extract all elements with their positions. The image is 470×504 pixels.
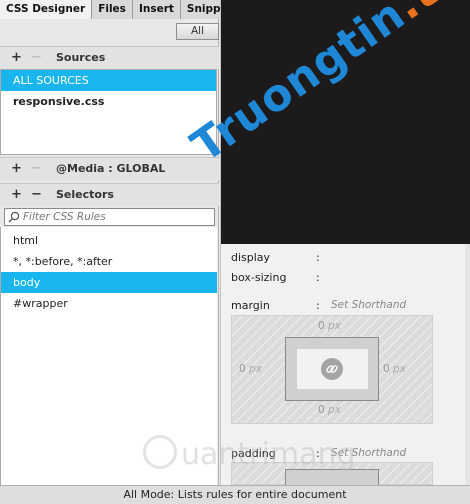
- sources-title: Sources: [56, 51, 106, 64]
- add-selector-icon[interactable]: +: [11, 187, 22, 202]
- add-media-icon[interactable]: +: [11, 161, 22, 176]
- mode-toolbar: All: [0, 19, 219, 43]
- property-margin-colon: :: [316, 299, 320, 312]
- sources-header: + − Sources: [0, 46, 219, 69]
- property-box-sizing-colon: :: [316, 271, 320, 284]
- selector-item-body[interactable]: body: [1, 272, 217, 293]
- selector-item-html[interactable]: html: [1, 230, 217, 251]
- watermark-banner: Truongtin.top: [182, 0, 470, 244]
- margin-shorthand-input[interactable]: Set Shorthand: [331, 299, 406, 311]
- remove-media-icon[interactable]: −: [31, 161, 42, 176]
- margin-bottom-value[interactable]: 0 px: [318, 404, 341, 416]
- selectors-header: + − Selectors: [0, 183, 219, 206]
- all-mode-button[interactable]: All: [176, 23, 219, 40]
- add-source-icon[interactable]: +: [11, 50, 22, 65]
- remove-selector-icon[interactable]: −: [31, 187, 42, 202]
- margin-box-model: 0 px 0 px 0 px 0 px: [231, 315, 433, 424]
- css-designer-left-pane: All + − Sources ALL SOURCES responsive.c…: [0, 19, 219, 485]
- link-values-icon[interactable]: [321, 358, 343, 380]
- source-item-responsive-css[interactable]: responsive.css: [1, 91, 216, 112]
- remove-source-icon[interactable]: −: [31, 50, 42, 65]
- css-properties-pane: Truongtin.top display : box-sizing : mar…: [182, 0, 470, 489]
- chain-link-icon: [326, 365, 338, 373]
- property-margin-label: margin: [231, 299, 270, 312]
- property-box-sizing-label: box-sizing: [231, 271, 287, 284]
- properties-scrollbar[interactable]: [465, 244, 470, 485]
- quantrimang-logo-icon: [143, 435, 177, 469]
- filter-css-rules-input[interactable]: Filter CSS Rules: [4, 208, 215, 226]
- property-display-label: display: [231, 251, 271, 264]
- sources-list: ALL SOURCES responsive.css: [0, 69, 217, 155]
- tab-files[interactable]: Files: [92, 0, 133, 19]
- media-title: @Media : GLOBAL: [56, 162, 166, 175]
- tab-css-designer[interactable]: CSS Designer: [0, 0, 93, 19]
- media-header: + − @Media : GLOBAL: [0, 157, 219, 180]
- tab-insert[interactable]: Insert: [132, 0, 181, 19]
- truongtin-watermark: Truongtin.top: [182, 0, 470, 173]
- selectors-title: Selectors: [56, 188, 114, 201]
- search-icon: [8, 211, 20, 223]
- margin-left-value[interactable]: 0 px: [239, 363, 262, 375]
- selector-item-universal[interactable]: *, *:before, *:after: [1, 251, 217, 272]
- margin-right-value[interactable]: 0 px: [383, 363, 406, 375]
- margin-inner-box: [285, 337, 379, 401]
- filter-placeholder: Filter CSS Rules: [23, 211, 106, 223]
- status-bar: All Mode: Lists rules for entire documen…: [0, 485, 470, 504]
- margin-top-value[interactable]: 0 px: [318, 320, 341, 332]
- margin-content-box: [297, 349, 368, 389]
- property-display-colon: :: [316, 251, 320, 264]
- source-item-all-sources[interactable]: ALL SOURCES: [1, 70, 216, 91]
- selector-item-wrapper[interactable]: #wrapper: [1, 293, 217, 314]
